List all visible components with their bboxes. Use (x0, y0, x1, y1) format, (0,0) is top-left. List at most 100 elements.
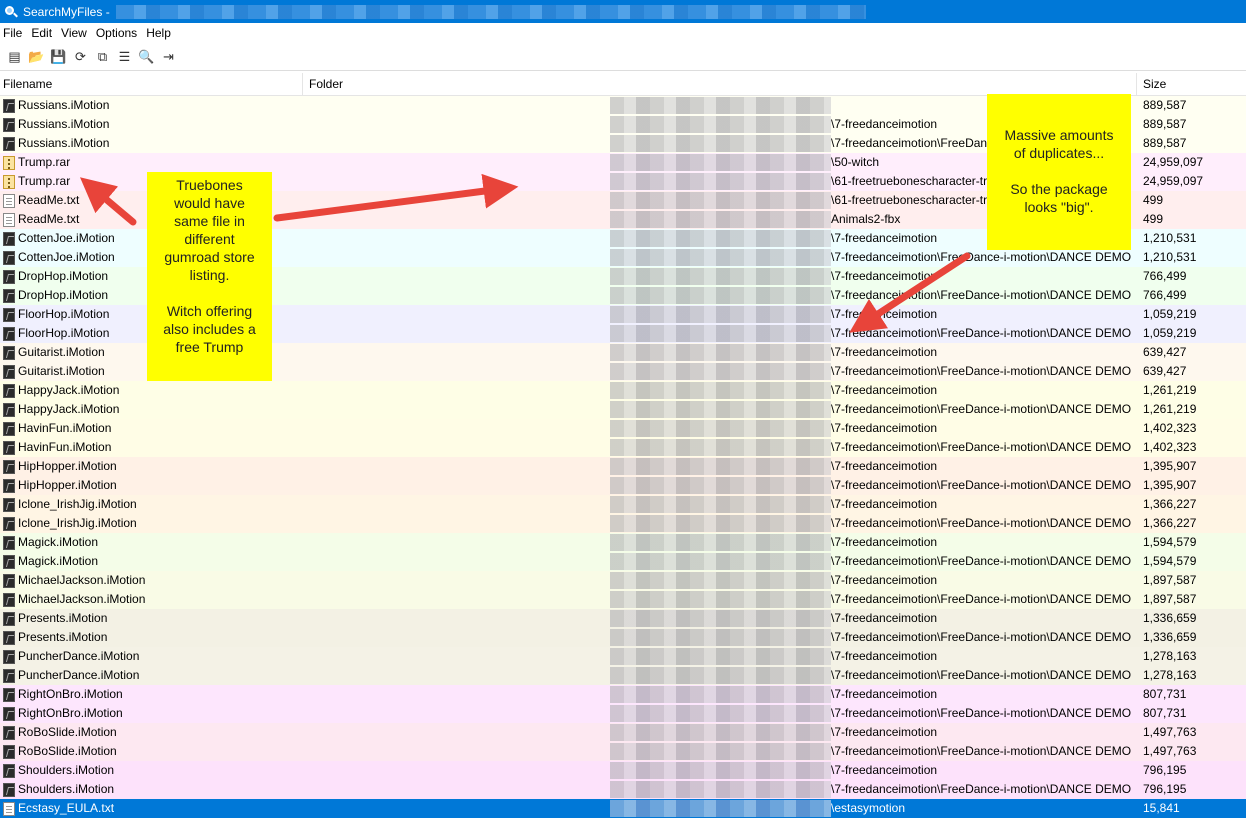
redacted-path-block (610, 154, 831, 171)
table-row[interactable]: RoBoSlide.iMotion \7-freedanceimotion\Fre… (0, 742, 1246, 761)
filename-text: Guitarist.iMotion (18, 364, 105, 378)
folder-text: \7-freedanceimotion\FreeDance-i-motion\D… (831, 782, 1132, 796)
filename-cell: HappyJack.iMotion (0, 381, 303, 400)
table-row[interactable]: Ecstasy_EULA.txt \estasymotion 15,841 (0, 799, 1246, 818)
imotion-file-icon (3, 117, 15, 132)
table-row[interactable]: RoBoSlide.iMotion \7-freedanceimotion 1,49… (0, 723, 1246, 742)
redacted-path-block (610, 629, 831, 646)
folder-text: \7-freedanceimotion\FreeDance-i-motion\D… (831, 516, 1132, 530)
table-row[interactable]: MichaelJackson.iMotion \7-freedanceimotio… (0, 571, 1246, 590)
folder-cell: \7-freedanceimotion\FreeDance-i-motion\D… (303, 742, 1137, 761)
folder-text: Animals2-fbx (831, 212, 901, 226)
folder-text: \7-freedanceimotion (831, 687, 938, 701)
table-row[interactable]: MichaelJackson.iMotion \7-freedanceimotio… (0, 590, 1246, 609)
find-icon[interactable]: 🔍 (136, 47, 157, 67)
filename-cell: PuncherDance.iMotion (0, 647, 303, 666)
filename-text: RoBoSlide.iMotion (18, 744, 117, 758)
folder-text: \7-freedanceimotion\FreeDance-i-motion\D… (831, 554, 1132, 568)
table-row[interactable]: RightOnBro.iMotion \7-freedanceimotion\Fr… (0, 704, 1246, 723)
menu-options[interactable]: Options (93, 26, 143, 40)
filename-cell: HipHopper.iMotion (0, 457, 303, 476)
table-row[interactable]: HipHopper.iMotion \7-freedanceimotion 1,39… (0, 457, 1246, 476)
size-cell: 24,959,097 (1143, 155, 1204, 169)
redacted-path-block (610, 648, 831, 665)
folder-text: \7-freedanceimotion\FreeDance-i-motion\D… (831, 288, 1132, 302)
redacted-path-block (610, 667, 831, 684)
refresh-icon[interactable]: ⟳ (70, 47, 91, 67)
table-row[interactable]: HavinFun.iMotion \7-freedanceimotion\Free… (0, 438, 1246, 457)
imotion-file-icon (3, 136, 15, 151)
filename-cell: Magick.iMotion (0, 552, 303, 571)
redacted-path-block (610, 173, 831, 190)
filename-text: MichaelJackson.iMotion (18, 573, 146, 587)
table-row[interactable]: Iclone_IrishJig.iMotion \7-freedanceimoti… (0, 495, 1246, 514)
imotion-file-icon (3, 630, 15, 645)
table-row[interactable]: Presents.iMotion \7-freedanceimotion\Free… (0, 628, 1246, 647)
table-row[interactable]: HappyJack.iMotion \7-freedanceimotion 1,26… (0, 381, 1246, 400)
table-row[interactable]: HavinFun.iMotion \7-freedanceimotion 1,402… (0, 419, 1246, 438)
table-row[interactable]: Presents.iMotion \7-freedanceimotion 1,336… (0, 609, 1246, 628)
filename-cell: HappyJack.iMotion (0, 400, 303, 419)
folder-cell: \7-freedanceimotion (303, 267, 1137, 286)
size-cell: 15,841 (1143, 801, 1180, 815)
folder-text: \7-freedanceimotion (831, 611, 938, 625)
table-row[interactable]: HappyJack.iMotion \7-freedanceimotion\Fre… (0, 400, 1246, 419)
menu-view[interactable]: View (58, 26, 93, 40)
table-row[interactable]: RightOnBro.iMotion \7-freedanceimotion 807… (0, 685, 1246, 704)
filename-cell: Presents.iMotion (0, 609, 303, 628)
toolbar: ▤ 📂 💾 ⟳ ⧉ ☰ 🔍 ⇥ (0, 43, 1246, 71)
annotation-note-right: Massive amounts of duplicates... So the … (987, 94, 1131, 250)
size-cell: 1,897,587 (1143, 592, 1197, 606)
filename-cell: Magick.iMotion (0, 533, 303, 552)
save-icon[interactable]: 💾 (48, 47, 69, 67)
imotion-file-icon (3, 402, 15, 417)
folder-cell: \estasymotion (303, 799, 1137, 818)
exit-icon[interactable]: ⇥ (158, 47, 179, 67)
filename-text: PuncherDance.iMotion (18, 649, 140, 663)
size-cell: 1,366,227 (1143, 497, 1197, 511)
new-search-icon[interactable]: ▤ (4, 47, 25, 67)
imotion-file-icon (3, 497, 15, 512)
filename-text: Magick.iMotion (18, 535, 99, 549)
table-row[interactable]: Shoulders.iMotion \7-freedanceimotion\Fre… (0, 780, 1246, 799)
imotion-file-icon (3, 554, 15, 569)
column-header-size[interactable]: Size (1137, 73, 1246, 96)
filename-cell: MichaelJackson.iMotion (0, 571, 303, 590)
table-row[interactable]: Magick.iMotion \7-freedanceimotion 1,594,5… (0, 533, 1246, 552)
menu-file[interactable]: File (0, 26, 28, 40)
filename-text: HappyJack.iMotion (18, 402, 120, 416)
imotion-file-icon (3, 383, 15, 398)
column-header-filename[interactable]: Filename (0, 73, 303, 96)
folder-cell: \7-freedanceimotion\FreeDance-i-motion\D… (303, 248, 1137, 267)
folder-cell: \7-freedanceimotion\FreeDance-i-motion\D… (303, 514, 1137, 533)
window-title: SearchMyFiles - (23, 4, 110, 19)
table-row[interactable]: Iclone_IrishJig.iMotion \7-freedanceimoti… (0, 514, 1246, 533)
redacted-path-block (610, 496, 831, 513)
properties-icon[interactable]: ☰ (114, 47, 135, 67)
table-row[interactable]: PuncherDance.iMotion \7-freedanceimotion 1… (0, 647, 1246, 666)
menu-edit[interactable]: Edit (28, 26, 58, 40)
redacted-path-block (610, 344, 831, 361)
folder-text: \7-freedanceimotion (831, 269, 938, 283)
column-header-folder[interactable]: Folder (303, 73, 1137, 96)
size-cell: 1,336,659 (1143, 611, 1197, 625)
imotion-file-icon (3, 573, 15, 588)
size-cell: 1,395,907 (1143, 459, 1197, 473)
folder-cell: \7-freedanceimotion\FreeDance-i-motion\D… (303, 552, 1137, 571)
open-folder-icon[interactable]: 📂 (26, 47, 47, 67)
table-row[interactable]: Shoulders.iMotion \7-freedanceimotion 796,… (0, 761, 1246, 780)
table-row[interactable]: Magick.iMotion \7-freedanceimotion\FreeDa… (0, 552, 1246, 571)
folder-text: \7-freedanceimotion\FreeDance-i-motion\D… (831, 440, 1132, 454)
filename-text: DropHop.iMotion (18, 269, 109, 283)
folder-cell: \7-freedanceimotion\FreeDance-i-motion\D… (303, 780, 1137, 799)
size-cell: 1,278,163 (1143, 668, 1197, 682)
redacted-path-block (610, 363, 831, 380)
redacted-path-block (610, 705, 831, 722)
size-cell: 1,210,531 (1143, 250, 1197, 264)
imotion-file-icon (3, 763, 15, 778)
table-row[interactable]: PuncherDance.iMotion \7-freedanceimotion\… (0, 666, 1246, 685)
menu-help[interactable]: Help (143, 26, 177, 40)
copy-icon[interactable]: ⧉ (92, 47, 113, 67)
table-row[interactable]: HipHopper.iMotion \7-freedanceimotion\Fre… (0, 476, 1246, 495)
redacted-path-block (610, 382, 831, 399)
